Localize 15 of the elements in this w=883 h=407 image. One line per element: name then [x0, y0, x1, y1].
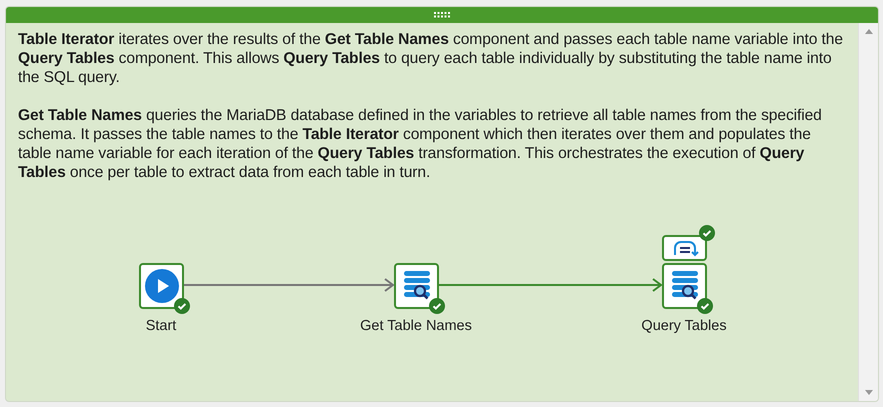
component-label: Start	[146, 318, 176, 334]
component-node[interactable]	[139, 263, 184, 309]
component-node[interactable]	[662, 263, 707, 309]
description-paragraph: Get Table Names queries the MariaDB database defined in the variables to retrieve all table names from the specified schema. It passes the table names to the Table Iterator component which then iterates over them and populates the table name variable for each iteration of the Query Tables transformation. This orchestrates the execution of Query Tables once per table to extract data from each table in turn.	[18, 106, 823, 182]
component-label: Query Tables	[641, 318, 727, 334]
play-icon	[142, 267, 180, 305]
component-node[interactable]	[394, 263, 439, 309]
drag-handle-bar[interactable]	[6, 7, 878, 23]
scrollbar[interactable]	[858, 23, 878, 401]
scroll-up-icon[interactable]	[864, 29, 872, 34]
scroll-down-icon[interactable]	[864, 390, 872, 395]
component-label: Get Table Names	[360, 318, 472, 334]
description-paragraph: Table Iterator iterates over the results of the Get Table Names component and passes each table name variable into the Query Tables component. This allows Query Tables to query each table individually by substituting the table name into the SQL query.	[18, 30, 844, 87]
grip-icon[interactable]	[433, 12, 451, 18]
iterator-node[interactable]	[662, 235, 707, 261]
